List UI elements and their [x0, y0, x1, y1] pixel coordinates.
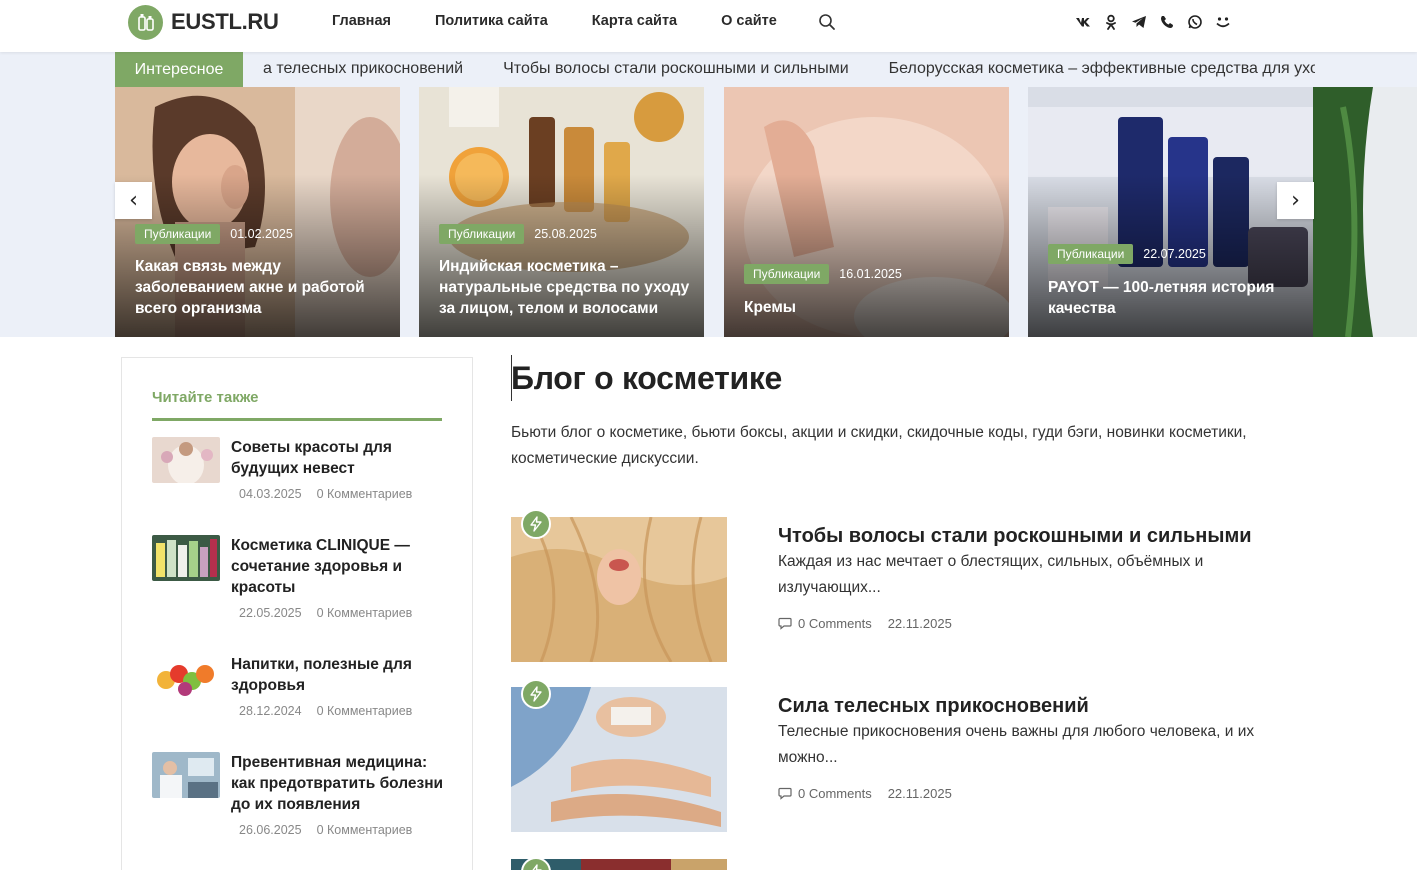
sidebar-widget: Читайте также Советы красоты для будущих… — [121, 357, 473, 870]
slide-card[interactable]: Публикации 25.08.2025 Индийская косметик… — [419, 87, 704, 337]
comment-icon — [778, 617, 792, 630]
related-meta: 04.03.2025 0 Комментариев — [239, 487, 412, 501]
ticker-item[interactable]: Белорусская косметика – эффективные сред… — [889, 60, 1315, 78]
related-thumbnail[interactable] — [152, 752, 220, 798]
category-badge[interactable]: Публикации — [1048, 244, 1134, 264]
page-title: Блог о косметике — [511, 360, 783, 396]
related-title[interactable]: Напитки, полезные для здоровья — [231, 654, 446, 696]
related-comments[interactable]: 0 Комментариев — [317, 606, 413, 620]
slide-title[interactable]: Какая связь между заболеванием акне и ра… — [135, 256, 390, 319]
slider-prev-button[interactable]: ‹ — [115, 182, 152, 219]
lightning-icon — [521, 509, 551, 539]
post-meta: 0 Comments 22.11.2025 — [778, 786, 952, 801]
main-nav: Главная Политика сайта Карта сайта О сай… — [332, 13, 821, 29]
odnoklassniki-icon[interactable] — [1102, 13, 1120, 31]
post-card: Сила телесных прикосновений Телесные при… — [511, 679, 1291, 832]
slide-date: 22.07.2025 — [1143, 247, 1206, 261]
ticker-label: Интересное — [115, 52, 243, 87]
post-title[interactable]: Чтобы волосы стали роскошными и сильными — [778, 525, 1252, 548]
related-title[interactable]: Превентивная медицина: как предотвратить… — [231, 752, 446, 815]
slide-card[interactable]: Публикации 16.01.2025 Кремы — [724, 87, 1009, 337]
whatsapp-icon[interactable] — [1186, 13, 1204, 31]
related-date: 28.12.2024 — [239, 704, 302, 718]
featured-slider: Публикации 01.02.2025 Какая связь между … — [0, 87, 1417, 337]
post-thumbnail[interactable] — [511, 687, 727, 832]
related-comments[interactable]: 0 Комментариев — [317, 823, 413, 837]
slide-card[interactable]: Публикации 22.07.2025 PAYOT — 100-летняя… — [1028, 87, 1313, 337]
slide-date: 16.01.2025 — [839, 267, 902, 281]
related-comments[interactable]: 0 Комментариев — [317, 704, 413, 718]
nav-item-sitemap[interactable]: Карта сайта — [592, 13, 677, 29]
slide-card[interactable] — [1313, 87, 1417, 337]
ticker-item[interactable]: а телесных прикосновений — [263, 60, 463, 78]
post-comments[interactable]: 0 Comments — [798, 786, 872, 801]
viber-icon[interactable] — [1158, 13, 1176, 31]
slide-card[interactable]: Публикации 01.02.2025 Какая связь между … — [115, 87, 400, 337]
post-excerpt: Каждая из нас мечтает о блестящих, сильн… — [778, 553, 1204, 596]
post-date: 22.11.2025 — [887, 786, 952, 801]
logo-icon — [128, 4, 163, 40]
lightning-icon — [521, 679, 551, 709]
page-intro: Бьюти блог о косметике, бьюти боксы, акц… — [511, 424, 1247, 467]
related-thumbnail[interactable] — [152, 437, 220, 483]
site-header: EUSTL.RU Главная Политика сайта Карта са… — [0, 0, 1417, 52]
ticker-item[interactable]: Чтобы волосы стали роскошными и сильными — [503, 60, 849, 78]
related-title[interactable]: Косметика CLINIQUE — сочетание здоровья … — [231, 535, 446, 598]
nav-item-home[interactable]: Главная — [332, 13, 391, 29]
nav-item-about[interactable]: О сайте — [721, 13, 777, 29]
related-meta: 22.05.2025 0 Комментариев — [239, 606, 412, 620]
slide-date: 25.08.2025 — [534, 227, 597, 241]
slide-title[interactable]: PAYOT — 100-летняя история качества — [1048, 277, 1303, 319]
ticker-track: а телесных прикосновений Чтобы волосы ст… — [263, 52, 1315, 87]
post-meta: 0 Comments 22.11.2025 — [778, 616, 952, 631]
social-links — [1074, 13, 1242, 31]
slide-title[interactable]: Кремы — [744, 297, 999, 318]
post-card: Чтобы волосы стали роскошными и сильными… — [511, 509, 1291, 662]
category-badge[interactable]: Публикации — [135, 224, 221, 244]
post-card — [511, 857, 1291, 870]
related-date: 26.06.2025 — [239, 823, 302, 837]
related-thumbnail[interactable] — [152, 535, 220, 581]
search-icon[interactable] — [818, 13, 836, 31]
comment-icon — [778, 787, 792, 800]
logo-text: EUSTL.RU — [171, 9, 279, 34]
nav-item-policy[interactable]: Политика сайта — [435, 13, 548, 29]
related-title[interactable]: Советы красоты для будущих невест — [231, 437, 446, 479]
slide-image — [1313, 87, 1417, 337]
slider-next-button[interactable]: › — [1277, 182, 1314, 219]
related-date: 22.05.2025 — [239, 606, 302, 620]
slide-date: 01.02.2025 — [230, 227, 293, 241]
post-title[interactable]: Сила телесных прикосновений — [778, 695, 1089, 718]
news-ticker: Интересное а телесных прикосновений Чтоб… — [0, 52, 1417, 87]
related-comments[interactable]: 0 Комментариев — [317, 487, 413, 501]
category-badge[interactable]: Публикации — [744, 264, 830, 284]
category-badge[interactable]: Публикации — [439, 224, 525, 244]
post-excerpt: Телесные прикосновения очень важны для л… — [778, 723, 1255, 766]
related-meta: 28.12.2024 0 Комментариев — [239, 704, 412, 718]
telegram-icon[interactable] — [1130, 13, 1148, 31]
moimir-icon[interactable] — [1214, 13, 1232, 31]
related-meta: 26.06.2025 0 Комментариев — [239, 823, 412, 837]
post-date: 22.11.2025 — [887, 616, 952, 631]
related-thumbnail[interactable] — [152, 654, 220, 700]
sidebar-divider — [152, 418, 442, 421]
site-logo[interactable]: EUSTL.RU — [128, 4, 279, 40]
slide-title[interactable]: Индийская косметика – натуральные средст… — [439, 256, 694, 319]
related-date: 04.03.2025 — [239, 487, 302, 501]
post-comments[interactable]: 0 Comments — [798, 616, 872, 631]
sidebar-title: Читайте также — [152, 389, 259, 406]
vk-icon[interactable] — [1074, 13, 1092, 31]
post-thumbnail[interactable] — [511, 517, 727, 662]
